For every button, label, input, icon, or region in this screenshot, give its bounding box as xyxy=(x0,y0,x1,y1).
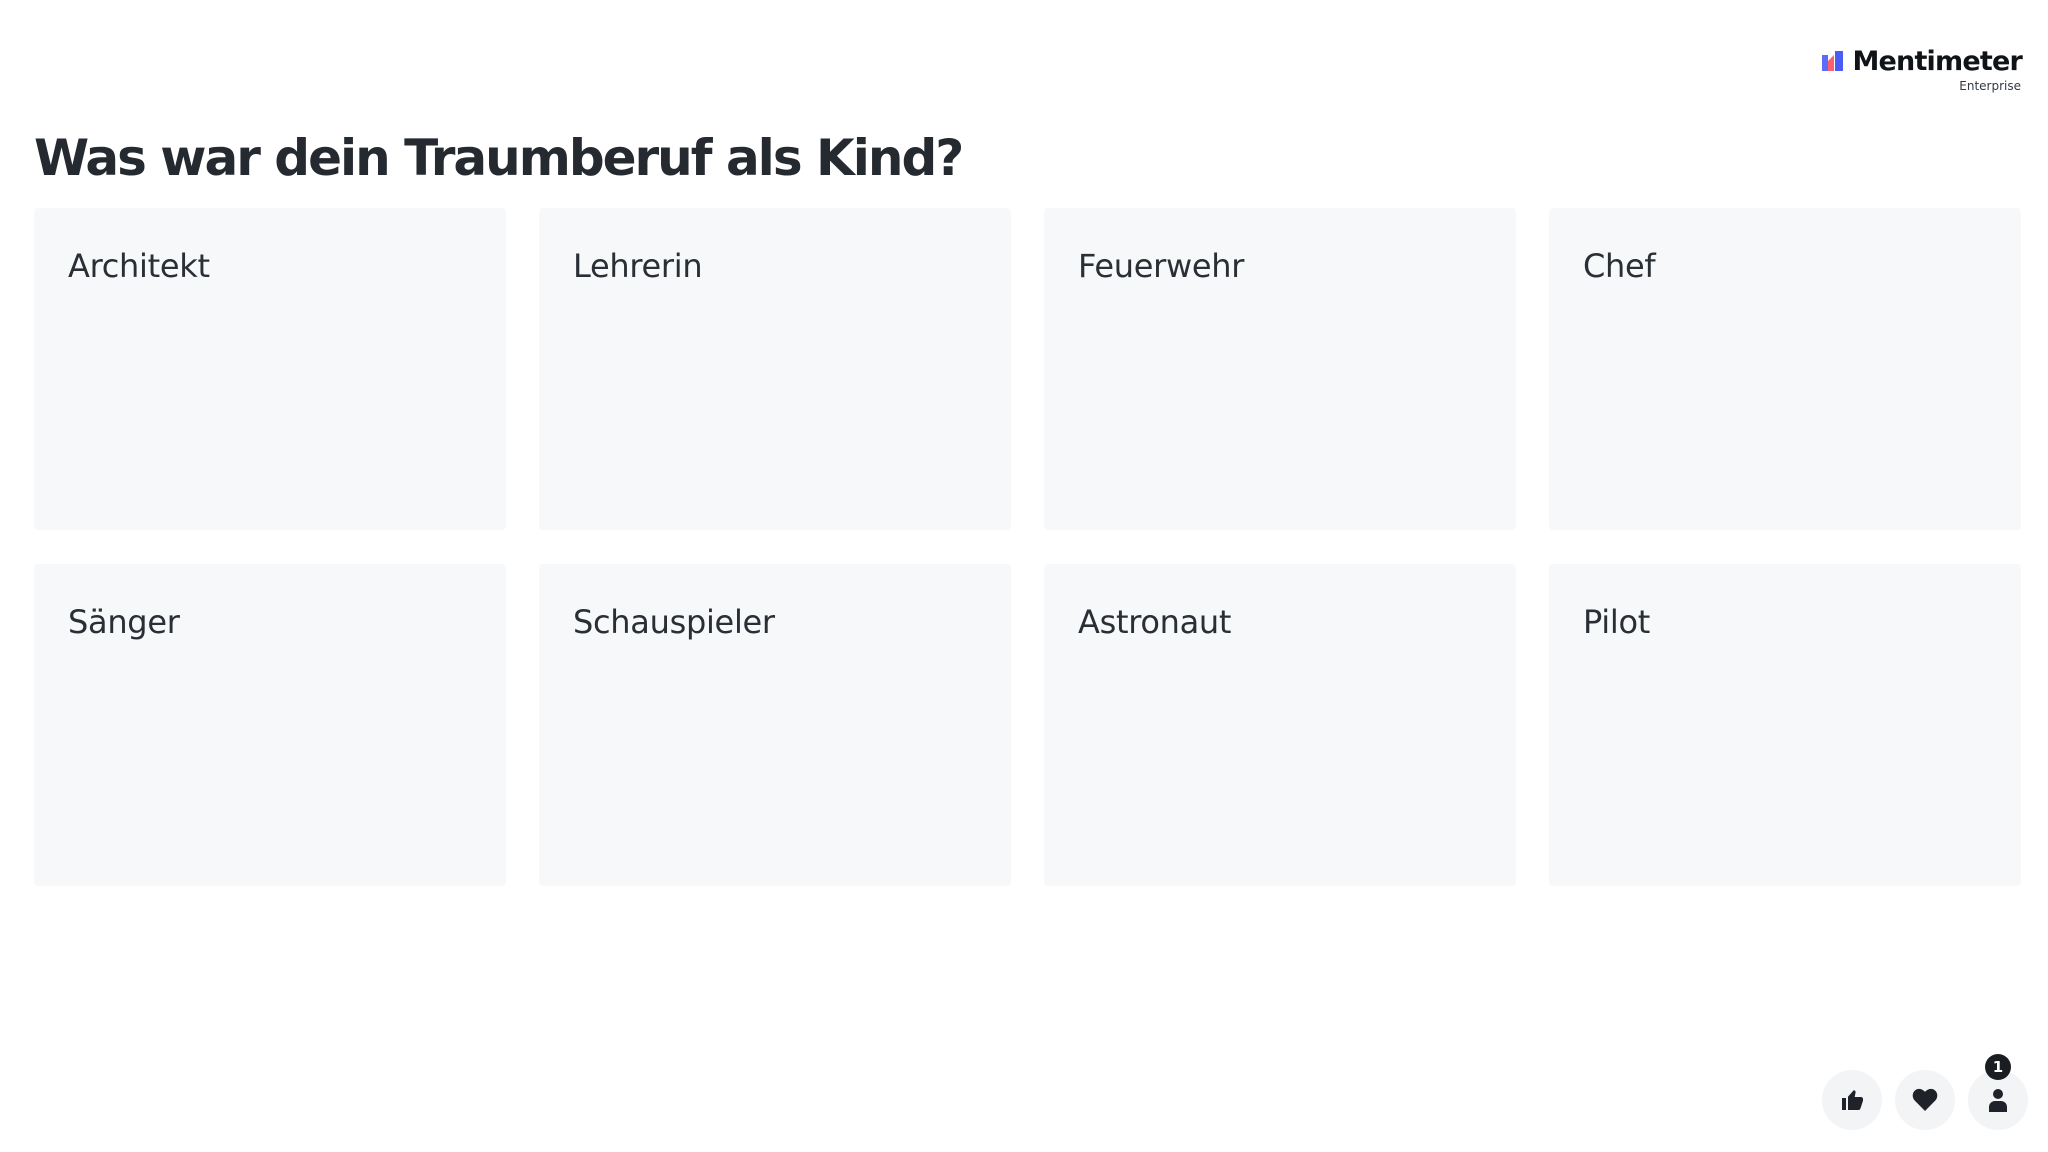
brand-subtitle: Enterprise xyxy=(1959,79,2021,93)
answer-card: Lehrerin xyxy=(539,208,1011,530)
answer-text: Astronaut xyxy=(1078,603,1232,641)
brand-row: Mentimeter xyxy=(1822,46,2023,77)
answer-card: Feuerwehr xyxy=(1044,208,1516,530)
answer-card: Chef xyxy=(1549,208,2021,530)
answer-card: Schauspieler xyxy=(539,564,1011,886)
thumbs-up-button[interactable] xyxy=(1822,1070,1882,1130)
answer-text: Architekt xyxy=(68,247,210,285)
answer-text: Pilot xyxy=(1583,603,1651,641)
answer-card: Astronaut xyxy=(1044,564,1516,886)
answers-grid: Architekt Lehrerin Feuerwehr Chef Sänger… xyxy=(34,208,2021,886)
answer-text: Lehrerin xyxy=(573,247,703,285)
question-title: Was war dein Traumberuf als Kind? xyxy=(34,129,964,187)
answer-text: Chef xyxy=(1583,247,1656,285)
answer-card: Architekt xyxy=(34,208,506,530)
mentimeter-logo-icon xyxy=(1822,51,1844,71)
thumbs-up-icon xyxy=(1842,1090,1863,1110)
mentimeter-logo: Mentimeter Enterprise xyxy=(1822,46,2023,93)
heart-button[interactable] xyxy=(1895,1070,1955,1130)
answer-text: Sänger xyxy=(68,603,180,641)
person-icon xyxy=(1989,1089,2007,1112)
answer-card: Pilot xyxy=(1549,564,2021,886)
heart-icon xyxy=(1912,1088,1938,1111)
answer-text: Schauspieler xyxy=(573,603,775,641)
answer-text: Feuerwehr xyxy=(1078,247,1245,285)
brand-name: Mentimeter xyxy=(1852,46,2022,77)
answer-card: Sänger xyxy=(34,564,506,886)
audience-count-badge: 1 xyxy=(1985,1054,2011,1080)
